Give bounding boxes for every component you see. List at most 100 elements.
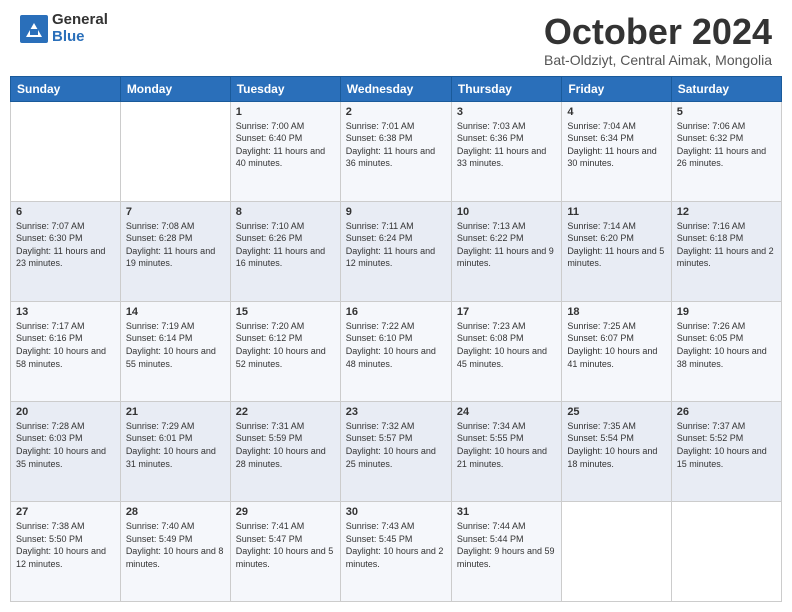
day-info: Sunrise: 7:38 AM Sunset: 5:50 PM Dayligh… — [16, 520, 115, 570]
table-row: 17 Sunrise: 7:23 AM Sunset: 6:08 PM Dayli… — [451, 301, 561, 401]
day-info: Sunrise: 7:06 AM Sunset: 6:32 PM Dayligh… — [677, 120, 776, 170]
week-row: 13 Sunrise: 7:17 AM Sunset: 6:16 PM Dayli… — [11, 301, 782, 401]
table-row: 8 Sunrise: 7:10 AM Sunset: 6:26 PM Daylig… — [230, 201, 340, 301]
day-info: Sunrise: 7:41 AM Sunset: 5:47 PM Dayligh… — [236, 520, 335, 570]
day-number: 7 — [126, 206, 225, 218]
day-number: 25 — [567, 406, 665, 418]
table-row: 30 Sunrise: 7:43 AM Sunset: 5:45 PM Dayli… — [340, 501, 451, 601]
subtitle: Bat-Oldziyt, Central Aimak, Mongolia — [544, 52, 772, 68]
day-info: Sunrise: 7:23 AM Sunset: 6:08 PM Dayligh… — [457, 320, 556, 370]
day-of-week-saturday: Saturday — [671, 76, 781, 101]
title-area: October 2024 Bat-Oldziyt, Central Aimak,… — [544, 12, 772, 68]
table-row: 14 Sunrise: 7:19 AM Sunset: 6:14 PM Dayli… — [120, 301, 230, 401]
day-info: Sunrise: 7:10 AM Sunset: 6:26 PM Dayligh… — [236, 220, 335, 270]
table-row: 23Sunrise: 7:32 AM Sunset: 5:57 PM Dayli… — [340, 401, 451, 501]
table-row: 19Sunrise: 7:26 AM Sunset: 6:05 PM Dayli… — [671, 301, 781, 401]
table-row: 5 Sunrise: 7:06 AM Sunset: 6:32 PM Daylig… — [671, 101, 781, 201]
day-number: 13 — [16, 306, 115, 318]
week-row: 20 Sunrise: 7:28 AM Sunset: 6:03 PM Dayli… — [11, 401, 782, 501]
table-row: 28Sunrise: 7:40 AM Sunset: 5:49 PM Dayli… — [120, 501, 230, 601]
day-number: 29 — [236, 506, 335, 518]
table-row: 13 Sunrise: 7:17 AM Sunset: 6:16 PM Dayli… — [11, 301, 121, 401]
day-info: Sunrise: 7:13 AM Sunset: 6:22 PM Dayligh… — [457, 220, 556, 270]
table-row: 29 Sunrise: 7:41 AM Sunset: 5:47 PM Dayli… — [230, 501, 340, 601]
table-row: 7 Sunrise: 7:08 AM Sunset: 6:28 PM Daylig… — [120, 201, 230, 301]
day-number: 1 — [236, 106, 335, 118]
day-number: 20 — [16, 406, 115, 418]
day-number: 15 — [236, 306, 335, 318]
day-of-week-sunday: Sunday — [11, 76, 121, 101]
day-number: 5 — [677, 106, 776, 118]
week-row: 6 Sunrise: 7:07 AM Sunset: 6:30 PM Daylig… — [11, 201, 782, 301]
day-info: Sunrise: 7:00 AM Sunset: 6:40 PM Dayligh… — [236, 120, 335, 170]
day-info: Sunrise: 7:25 AM Sunset: 6:07 PM Dayligh… — [567, 320, 665, 370]
day-number: 21 — [126, 406, 225, 418]
day-of-week-friday: Friday — [562, 76, 671, 101]
day-number: 26 — [677, 406, 776, 418]
logo-general-text: General — [52, 12, 108, 29]
day-number: 8 — [236, 206, 335, 218]
day-number: 17 — [457, 306, 556, 318]
day-info: Sunrise: 7:26 AM Sunset: 6:05 PM Dayligh… — [677, 320, 776, 370]
header-row: SundayMondayTuesdayWednesdayThursdayFrid… — [11, 76, 782, 101]
day-of-week-monday: Monday — [120, 76, 230, 101]
day-info: Sunrise: 7:32 AM Sunset: 5:57 PM Dayligh… — [346, 420, 446, 470]
table-row: 1 Sunrise: 7:00 AM Sunset: 6:40 PM Daylig… — [230, 101, 340, 201]
day-number: 31 — [457, 506, 556, 518]
day-number: 22 — [236, 406, 335, 418]
table-row: 16Sunrise: 7:22 AM Sunset: 6:10 PM Dayli… — [340, 301, 451, 401]
table-row: 26 Sunrise: 7:37 AM Sunset: 5:52 PM Dayli… — [671, 401, 781, 501]
logo-icon — [20, 15, 48, 43]
day-info: Sunrise: 7:20 AM Sunset: 6:12 PM Dayligh… — [236, 320, 335, 370]
table-row: 27 Sunrise: 7:38 AM Sunset: 5:50 PM Dayli… — [11, 501, 121, 601]
day-info: Sunrise: 7:34 AM Sunset: 5:55 PM Dayligh… — [457, 420, 556, 470]
day-info: Sunrise: 7:28 AM Sunset: 6:03 PM Dayligh… — [16, 420, 115, 470]
day-number: 28 — [126, 506, 225, 518]
day-of-week-tuesday: Tuesday — [230, 76, 340, 101]
table-row: 11 Sunrise: 7:14 AM Sunset: 6:20 PM Dayli… — [562, 201, 671, 301]
day-info: Sunrise: 7:17 AM Sunset: 6:16 PM Dayligh… — [16, 320, 115, 370]
table-row: 15 Sunrise: 7:20 AM Sunset: 6:12 PM Dayli… — [230, 301, 340, 401]
header: General Blue October 2024 Bat-Oldziyt, C… — [0, 0, 792, 76]
week-row: 1 Sunrise: 7:00 AM Sunset: 6:40 PM Daylig… — [11, 101, 782, 201]
logo-blue-text: Blue — [52, 29, 108, 46]
day-info: Sunrise: 7:07 AM Sunset: 6:30 PM Dayligh… — [16, 220, 115, 270]
day-of-week-thursday: Thursday — [451, 76, 561, 101]
page: General Blue October 2024 Bat-Oldziyt, C… — [0, 0, 792, 612]
table-row: 4Sunrise: 7:04 AM Sunset: 6:34 PM Daylig… — [562, 101, 671, 201]
day-number: 12 — [677, 206, 776, 218]
month-title: October 2024 — [544, 12, 772, 52]
day-info: Sunrise: 7:16 AM Sunset: 6:18 PM Dayligh… — [677, 220, 776, 270]
day-number: 24 — [457, 406, 556, 418]
table-row: 31Sunrise: 7:44 AM Sunset: 5:44 PM Dayli… — [451, 501, 561, 601]
table-row: 2 Sunrise: 7:01 AM Sunset: 6:38 PM Daylig… — [340, 101, 451, 201]
table-row — [671, 501, 781, 601]
day-info: Sunrise: 7:31 AM Sunset: 5:59 PM Dayligh… — [236, 420, 335, 470]
table-row: 22 Sunrise: 7:31 AM Sunset: 5:59 PM Dayli… — [230, 401, 340, 501]
day-info: Sunrise: 7:01 AM Sunset: 6:38 PM Dayligh… — [346, 120, 446, 170]
table-row: 12 Sunrise: 7:16 AM Sunset: 6:18 PM Dayli… — [671, 201, 781, 301]
table-row: 10 Sunrise: 7:13 AM Sunset: 6:22 PM Dayli… — [451, 201, 561, 301]
table-row: 24 Sunrise: 7:34 AM Sunset: 5:55 PM Dayli… — [451, 401, 561, 501]
day-number: 30 — [346, 506, 446, 518]
table-row: 6 Sunrise: 7:07 AM Sunset: 6:30 PM Daylig… — [11, 201, 121, 301]
day-info: Sunrise: 7:14 AM Sunset: 6:20 PM Dayligh… — [567, 220, 665, 270]
day-info: Sunrise: 7:37 AM Sunset: 5:52 PM Dayligh… — [677, 420, 776, 470]
day-number: 11 — [567, 206, 665, 218]
logo-text: General Blue — [52, 12, 108, 45]
calendar-table: SundayMondayTuesdayWednesdayThursdayFrid… — [10, 76, 782, 602]
calendar: SundayMondayTuesdayWednesdayThursdayFrid… — [0, 76, 792, 612]
day-number: 10 — [457, 206, 556, 218]
logo: General Blue — [20, 12, 108, 45]
day-info: Sunrise: 7:43 AM Sunset: 5:45 PM Dayligh… — [346, 520, 446, 570]
table-row: 21Sunrise: 7:29 AM Sunset: 6:01 PM Dayli… — [120, 401, 230, 501]
day-number: 27 — [16, 506, 115, 518]
table-row — [120, 101, 230, 201]
day-info: Sunrise: 7:08 AM Sunset: 6:28 PM Dayligh… — [126, 220, 225, 270]
table-row: 20 Sunrise: 7:28 AM Sunset: 6:03 PM Dayli… — [11, 401, 121, 501]
day-info: Sunrise: 7:19 AM Sunset: 6:14 PM Dayligh… — [126, 320, 225, 370]
calendar-body: 1 Sunrise: 7:00 AM Sunset: 6:40 PM Daylig… — [11, 101, 782, 601]
day-number: 6 — [16, 206, 115, 218]
day-number: 2 — [346, 106, 446, 118]
day-number: 14 — [126, 306, 225, 318]
